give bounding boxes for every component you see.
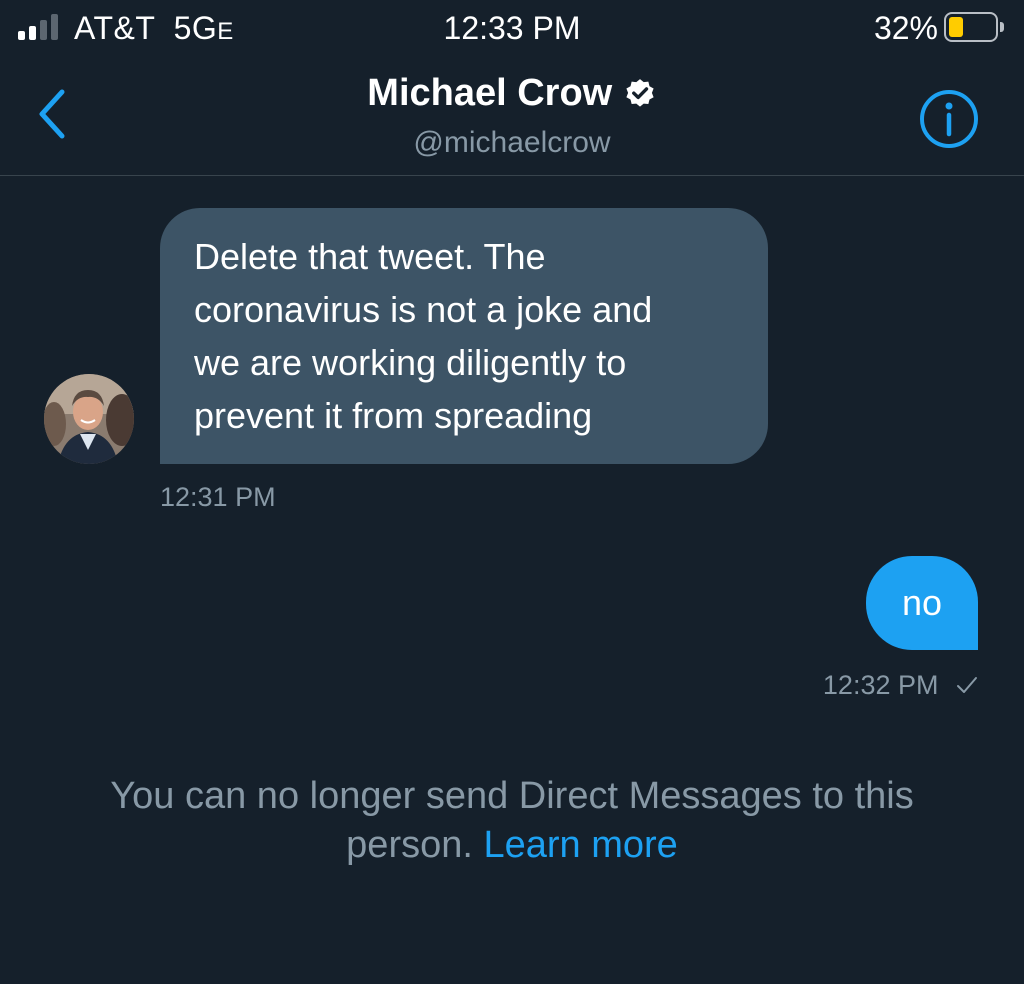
message-line: we are working diligently to <box>194 342 627 383</box>
notice-text-end: person. <box>346 824 473 866</box>
contact-name: Michael Crow <box>367 72 613 114</box>
outgoing-message-meta: 12:32 PM <box>823 670 978 701</box>
conversation-header: Michael Crow @michaelcrow <box>0 56 1024 176</box>
dm-disabled-notice: You can no longer send Direct Messages t… <box>40 772 984 870</box>
outgoing-message-bubble[interactable]: no <box>866 556 978 650</box>
battery-percentage: 32% <box>873 10 938 46</box>
message-line: coronavirus is not a joke and <box>194 289 653 330</box>
notice-text: You can no longer send Direct Messages t… <box>110 775 914 817</box>
learn-more-link[interactable]: Learn more <box>483 824 677 866</box>
verified-badge-icon <box>626 78 654 107</box>
message-line: prevent it from spreading <box>194 395 593 436</box>
message-line: Delete that tweet. The <box>194 236 546 277</box>
contact-title[interactable]: Michael Crow <box>0 72 1024 115</box>
battery-level <box>949 17 963 37</box>
status-clock: 12:33 PM <box>443 10 581 46</box>
battery-icon <box>944 12 1004 42</box>
incoming-message-timestamp: 12:31 PM <box>160 482 276 512</box>
check-icon <box>957 677 977 693</box>
contact-avatar[interactable] <box>44 374 134 464</box>
info-circle-icon[interactable] <box>918 88 980 150</box>
incoming-message-bubble[interactable]: Delete that tweet. The coronavirus is no… <box>160 208 768 464</box>
contact-handle: @michaelcrow <box>413 126 611 159</box>
status-bar: AT&T 5GE 12:33 PM 32% <box>0 0 1024 56</box>
outgoing-message-timestamp: 12:32 PM <box>822 670 939 700</box>
